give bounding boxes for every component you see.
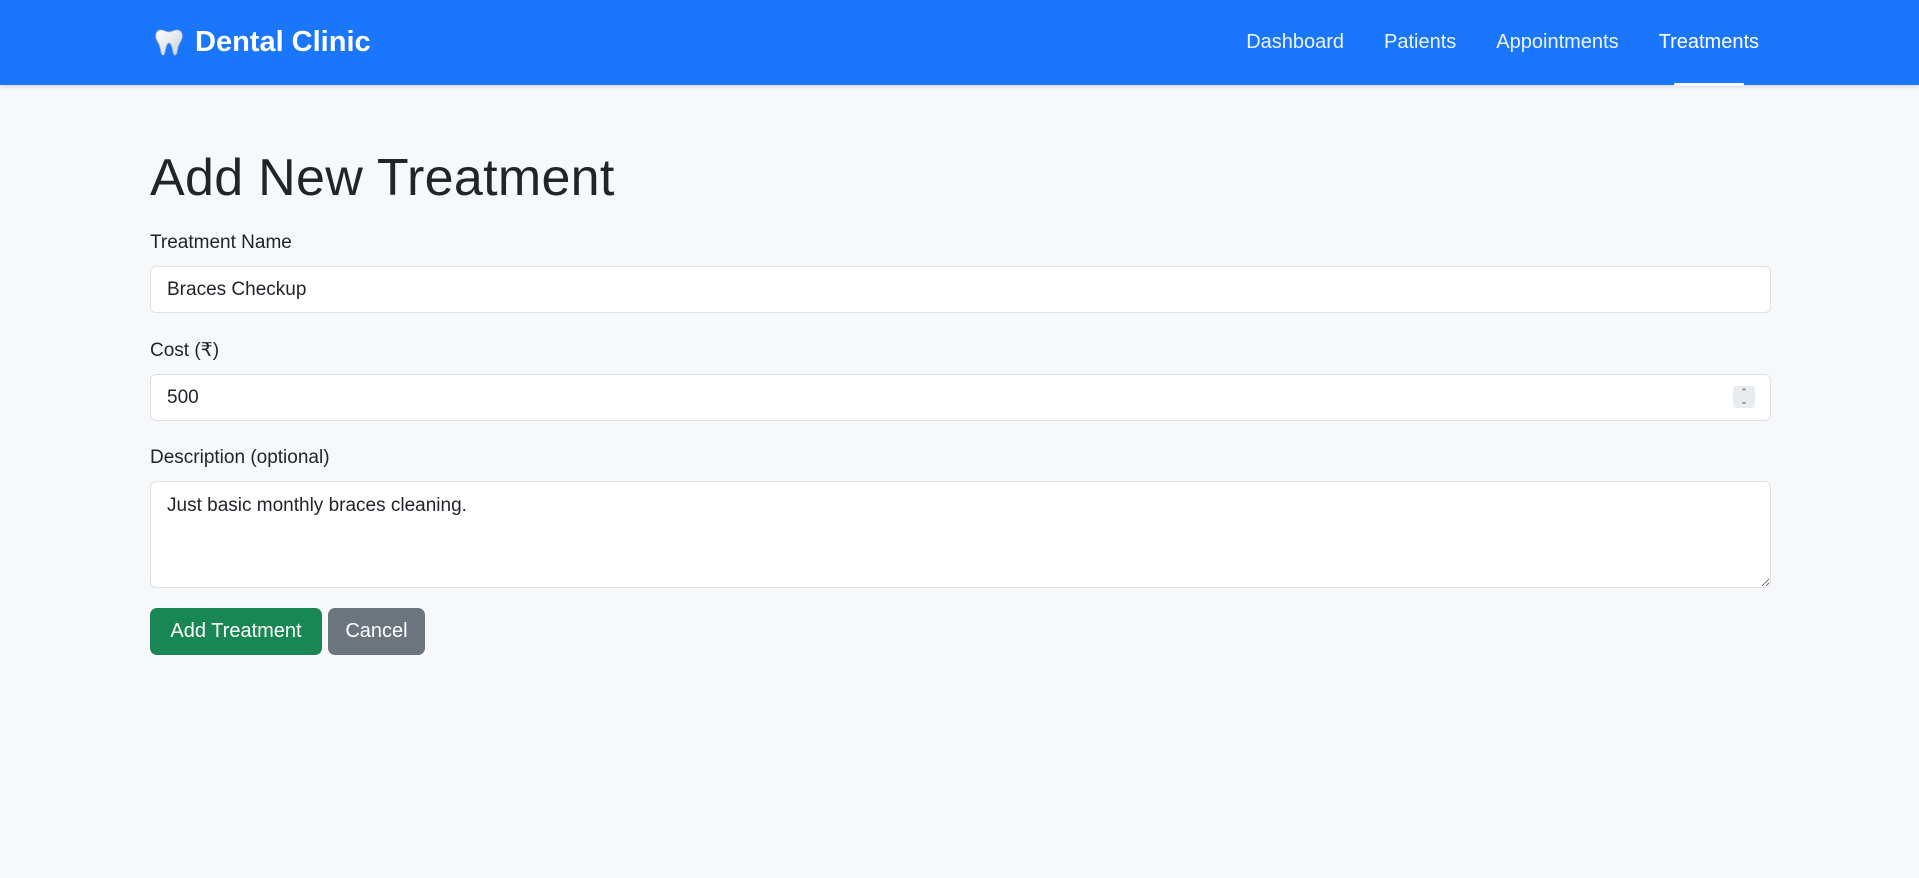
cost-label: Cost (₹): [150, 340, 220, 362]
form-actions: Add Treatment Cancel: [150, 608, 1771, 656]
treatment-name-input[interactable]: [150, 266, 1771, 314]
add-treatment-button[interactable]: Add Treatment: [150, 608, 322, 656]
cost-stepper[interactable]: ⌃ ⌄: [1733, 386, 1755, 409]
add-treatment-form: Treatment Name Cost (₹) ⌃ ⌄ Description …: [150, 232, 1771, 656]
brand-label: Dental Clinic: [195, 25, 371, 58]
tooth-icon: [155, 29, 183, 56]
nav-links: Dashboard Patients Appointments Treatmen…: [1206, 0, 1759, 86]
nav-link-patients[interactable]: Patients: [1384, 31, 1456, 54]
description-label: Description (optional): [150, 447, 330, 469]
nav-link-appointments[interactable]: Appointments: [1496, 31, 1618, 54]
top-navbar: Dental Clinic Dashboard Patients Appoint…: [0, 0, 1919, 86]
nav-link-treatments[interactable]: Treatments: [1659, 31, 1759, 86]
page-title: Add New Treatment: [150, 149, 615, 207]
cost-input[interactable]: [150, 374, 1771, 422]
brand-link[interactable]: Dental Clinic: [153, 22, 371, 62]
cost-field-wrap: ⌃ ⌄: [150, 374, 1771, 422]
chevron-down-icon[interactable]: ⌄: [1740, 397, 1748, 406]
cancel-button[interactable]: Cancel: [328, 608, 425, 656]
nav-link-dashboard[interactable]: Dashboard: [1246, 31, 1344, 54]
treatment-name-label: Treatment Name: [150, 232, 292, 254]
description-textarea[interactable]: Just basic monthly braces cleaning.: [150, 481, 1771, 589]
main-content: Add New Treatment Treatment Name Cost (₹…: [150, 85, 1771, 656]
